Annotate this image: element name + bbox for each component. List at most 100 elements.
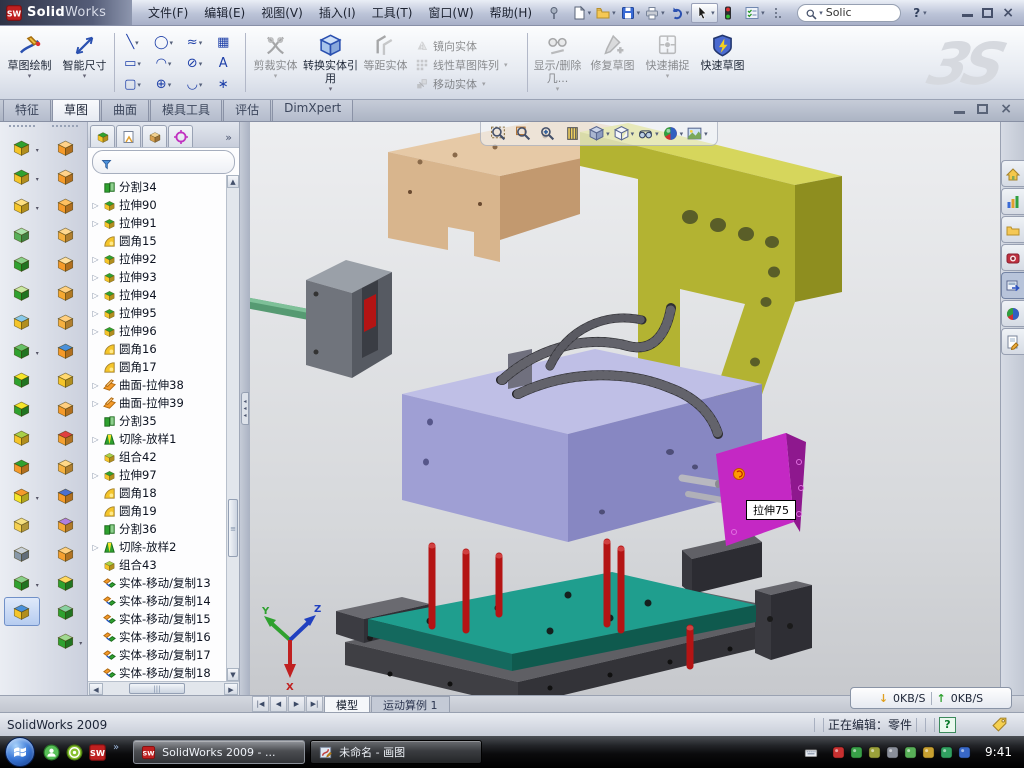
view-tool-button[interactable]: ▾: [515, 125, 537, 142]
expand-arrow-icon[interactable]: ▷: [91, 327, 100, 336]
tree-item[interactable]: ▷ 拉伸96: [91, 322, 239, 340]
command-button[interactable]: 草图绘制▾: [2, 28, 57, 97]
surface-tool-button[interactable]: ▾: [47, 365, 83, 394]
tree-item[interactable]: ▷ 拉伸92: [91, 250, 239, 268]
standard-toolbar-button[interactable]: ▾: [767, 3, 792, 23]
scroll-up-icon[interactable]: ▲: [227, 175, 239, 188]
standard-toolbar-button[interactable]: ▾: [642, 3, 667, 23]
tree-item[interactable]: ▷ 实体-移动/复制18: [91, 664, 239, 681]
standard-toolbar-button[interactable]: ▾: [718, 3, 743, 23]
surface-tool-button[interactable]: ▾: [47, 626, 83, 655]
sketch-tool-button[interactable]: ╲▾: [117, 32, 148, 53]
standard-toolbar-button[interactable]: ▾: [544, 3, 569, 23]
command-button[interactable]: 快速草图▾: [695, 28, 750, 97]
restore-button[interactable]: [982, 8, 993, 18]
expand-arrow-icon[interactable]: ▷: [91, 543, 100, 552]
surface-tool-button[interactable]: ▾: [47, 597, 83, 626]
part-gray-clamp[interactable]: [306, 260, 392, 378]
sketch-tool-button[interactable]: ◡▾: [179, 74, 210, 95]
tree-item[interactable]: ▷ 拉伸93: [91, 268, 239, 286]
scrollbar-thumb[interactable]: ≡: [228, 499, 238, 557]
tree-item[interactable]: ▷ 实体-移动/复制16: [91, 628, 239, 646]
expand-arrow-icon[interactable]: ▷: [91, 273, 100, 282]
scroll-down-icon[interactable]: ▼: [227, 668, 239, 681]
ribbon-tab[interactable]: 模具工具: [150, 98, 222, 121]
part-magenta-block[interactable]: [716, 433, 806, 546]
standard-toolbar-button[interactable]: ▾: [593, 3, 618, 23]
3d-model-canvas[interactable]: Y Z X: [250, 122, 1000, 695]
doc-close-button[interactable]: ×: [1000, 103, 1012, 115]
feature-tool-button[interactable]: ▾: [4, 307, 40, 336]
quick-tips-button[interactable]: ?: [939, 717, 956, 733]
command-button[interactable]: 线性草图阵列▾: [415, 55, 523, 74]
tree-item[interactable]: ▷ 曲面-拉伸38: [91, 376, 239, 394]
task-pane-tab[interactable]: [1001, 188, 1024, 215]
tree-item[interactable]: ▷ 圆角18: [91, 484, 239, 502]
tray-icon[interactable]: [903, 745, 918, 760]
network-speed-widget[interactable]: ↓ 0KB/S ↑ 0KB/S: [850, 687, 1012, 709]
scroll-left-icon[interactable]: ◀: [89, 683, 103, 695]
ribbon-tab[interactable]: DimXpert: [272, 98, 353, 121]
document-tab[interactable]: 运动算例 1: [371, 696, 450, 712]
tree-item[interactable]: ▷ 圆角16: [91, 340, 239, 358]
tree-item[interactable]: ▷ 实体-移动/复制15: [91, 610, 239, 628]
surface-tool-button[interactable]: ▾: [47, 481, 83, 510]
doc-restore-button[interactable]: [977, 104, 988, 114]
command-button[interactable]: 转换实体引用▾: [303, 28, 358, 97]
sheet-nav-button[interactable]: |◀: [252, 696, 269, 712]
manager-tab[interactable]: [142, 125, 167, 147]
surface-tool-button[interactable]: ▾: [47, 336, 83, 365]
surface-tool-button[interactable]: ▾: [47, 307, 83, 336]
tray-icon[interactable]: [939, 745, 954, 760]
quicklaunch-icon[interactable]: [42, 743, 61, 762]
tree-item[interactable]: ▷ 拉伸90: [91, 196, 239, 214]
graphics-area[interactable]: Y Z X ▾▾▾▾▾▾▾▾▾ 拉伸75: [250, 122, 1000, 695]
tree-horizontal-scrollbar[interactable]: ◀ ||| ▶: [88, 681, 239, 695]
standard-toolbar-button[interactable]: ▾: [742, 3, 767, 23]
splitter-grip[interactable]: ◂◂◂: [241, 392, 248, 425]
feature-tool-button[interactable]: ▾: [4, 220, 40, 249]
menu-item[interactable]: 插入(I): [311, 1, 364, 24]
sketch-tool-button[interactable]: ▦▾: [210, 32, 241, 53]
sketch-tool-button[interactable]: A▾: [210, 53, 241, 74]
tree-item[interactable]: ▷ 拉伸94: [91, 286, 239, 304]
ribbon-tab[interactable]: 评估: [223, 98, 271, 121]
expand-arrow-icon[interactable]: ▷: [91, 309, 100, 318]
sketch-tool-button[interactable]: ◠▾: [148, 53, 179, 74]
feature-tool-button[interactable]: ▾: [4, 597, 40, 626]
taskbar-clock[interactable]: 9:41: [985, 745, 1012, 759]
view-tool-button[interactable]: ▾: [686, 125, 708, 142]
tree-item[interactable]: ▷ 实体-移动/复制13: [91, 574, 239, 592]
tree-item[interactable]: ▷ 圆角15: [91, 232, 239, 250]
panel-splitter[interactable]: ◂◂◂: [240, 122, 250, 695]
surface-tool-button[interactable]: ▾: [47, 510, 83, 539]
surface-tool-button[interactable]: ▾: [47, 278, 83, 307]
tree-item[interactable]: ▷ 切除-放样1: [91, 430, 239, 448]
ribbon-tab[interactable]: 曲面: [101, 98, 149, 121]
tree-item[interactable]: ▷ 圆角19: [91, 502, 239, 520]
search-box[interactable]: ▾ Solic: [797, 4, 901, 22]
tree-vertical-scrollbar[interactable]: ▲ ≡ ▼: [226, 175, 239, 681]
command-button[interactable]: 剪裁实体▾: [248, 28, 303, 97]
surface-tool-button[interactable]: ▾: [47, 162, 83, 191]
sketch-tool-button[interactable]: ◯▾: [148, 32, 179, 53]
sketch-tool-button[interactable]: ▢▾: [117, 74, 148, 95]
task-pane-tab[interactable]: [1001, 244, 1024, 271]
tray-icon[interactable]: [885, 745, 900, 760]
keyboard-tray-icon[interactable]: [801, 745, 821, 759]
feature-tool-button[interactable]: ▾: [4, 539, 40, 568]
tree-item[interactable]: ▷ 分割34: [91, 178, 239, 196]
menu-item[interactable]: 编辑(E): [196, 1, 253, 24]
doc-minimize-button[interactable]: [954, 105, 965, 114]
surface-tool-button[interactable]: ▾: [47, 423, 83, 452]
expand-arrow-icon[interactable]: ▷: [91, 435, 100, 444]
menu-item[interactable]: 工具(T): [364, 1, 421, 24]
task-pane-tab[interactable]: [1001, 160, 1024, 187]
sheet-nav-button[interactable]: ◀: [270, 696, 287, 712]
surface-tool-button[interactable]: ▾: [47, 133, 83, 162]
view-tool-button[interactable]: ▾: [588, 125, 610, 142]
view-tool-button[interactable]: ▾: [564, 125, 586, 142]
task-pane-tab[interactable]: [1001, 272, 1024, 299]
ribbon-tab[interactable]: 特征: [3, 98, 51, 121]
tree-item[interactable]: ▷ 分割36: [91, 520, 239, 538]
